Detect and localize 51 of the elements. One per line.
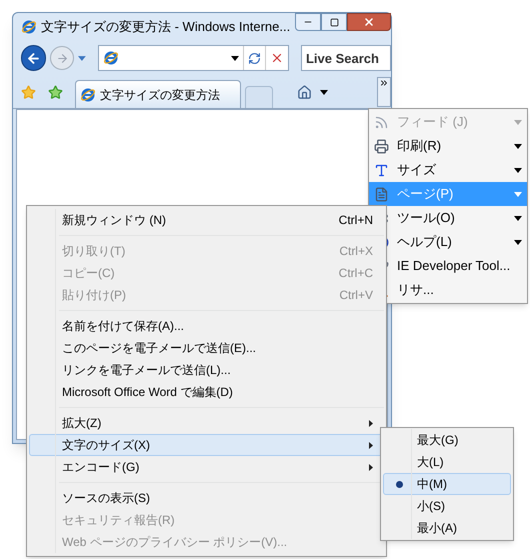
address-field[interactable] [98, 45, 289, 71]
maximize-icon [330, 18, 338, 26]
ie-logo-icon [80, 86, 96, 102]
search-field[interactable]: Live Search [300, 45, 391, 71]
tab-title: 文字サイズの変更方法 [100, 86, 220, 104]
submenu-caret-icon [514, 168, 522, 172]
chevrons-icon [379, 78, 389, 88]
home-dropdown-icon [320, 90, 328, 95]
menu-item[interactable]: 名前を付けて保存(A)... [29, 315, 384, 337]
favorites-star-icon[interactable] [21, 85, 36, 100]
add-favorite-icon[interactable] [48, 85, 63, 100]
menu-item[interactable]: Microsoft Office Word で編集(D) [29, 381, 384, 403]
submenu-arrow-icon [369, 464, 373, 470]
printer-icon [374, 138, 389, 154]
menu-item[interactable]: このページを電子メールで送信(E)... [29, 337, 384, 359]
menu-item[interactable]: 最大(G) [383, 429, 511, 451]
more-commands-button[interactable] [377, 77, 391, 107]
forward-arrow-icon [56, 52, 69, 64]
menu-item[interactable]: リンクを電子メールで送信(L)... [29, 359, 384, 381]
back-button[interactable] [21, 45, 46, 71]
page-icon [374, 186, 389, 202]
submenu-caret-icon [514, 144, 522, 148]
maximize-button[interactable] [321, 13, 347, 31]
submenu-caret-icon [514, 192, 522, 196]
close-button[interactable] [347, 13, 391, 31]
close-icon [363, 16, 375, 28]
ie-logo-icon [102, 50, 119, 66]
menu-item[interactable]: 大(L) [383, 451, 511, 473]
menu-item[interactable]: 中(M) [383, 473, 511, 495]
menu-item[interactable]: 最小(A) [383, 517, 511, 539]
submenu-caret-icon [514, 240, 522, 244]
menu-item[interactable]: 小(S) [383, 495, 511, 517]
menu-item[interactable]: ソースの表示(S) [29, 487, 384, 509]
window-title: 文字サイズの変更方法 - Windows Interne... [41, 18, 290, 36]
submenu-arrow-icon [369, 442, 373, 448]
history-caret-icon [78, 56, 86, 60]
menu-item[interactable]: 新規ウィンドウ (N) Ctrl+N [29, 209, 384, 231]
browser-tab[interactable]: 文字サイズの変更方法 [75, 80, 241, 108]
feed-icon [374, 114, 389, 130]
menu-item[interactable]: 印刷(R) [369, 134, 527, 158]
menu-item[interactable]: サイズ [369, 158, 527, 182]
menu-item[interactable]: エンコード(G) [29, 456, 384, 478]
address-dropdown-icon [230, 56, 239, 60]
ie-logo-icon [21, 19, 37, 35]
submenu-arrow-icon [369, 420, 373, 426]
menu-item[interactable]: 拡大(Z) [29, 412, 384, 434]
submenu-caret-icon [514, 120, 522, 124]
refresh-icon[interactable] [248, 52, 261, 64]
home-icon[interactable] [297, 85, 312, 100]
font-size-icon [374, 162, 389, 178]
submenu-caret-icon [514, 216, 522, 220]
